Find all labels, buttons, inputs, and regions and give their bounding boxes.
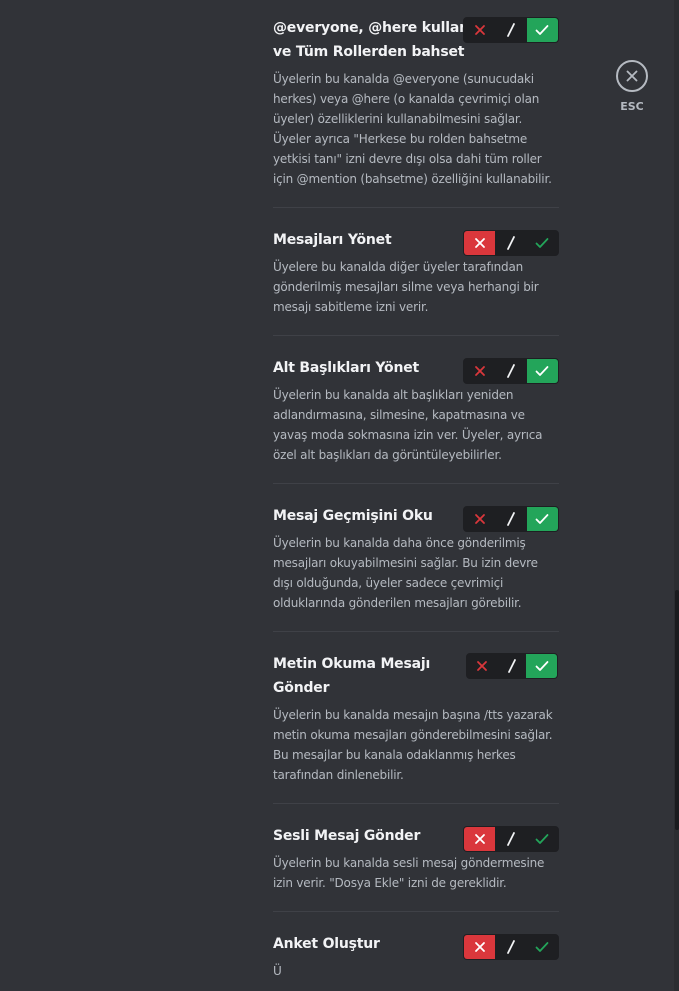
scrollbar-track[interactable] [674, 0, 679, 991]
permission-description: Ü [273, 964, 282, 978]
permission-toggle [463, 230, 559, 256]
neutral-button[interactable] [495, 231, 526, 255]
neutral-button[interactable] [495, 935, 526, 959]
close-icon [474, 238, 485, 248]
deny-button[interactable] [464, 231, 496, 255]
permission-manage-threads: Alt Başlıkları Yönet Üyelerin bu kanalda… [273, 336, 559, 484]
check-icon [535, 25, 549, 35]
deny-button[interactable] [464, 935, 496, 959]
allow-button[interactable] [526, 507, 558, 531]
slash-icon [507, 364, 515, 378]
check-icon [535, 514, 549, 524]
allow-button[interactable] [527, 935, 558, 959]
permission-description: Üyelerin bu kanalda alt başlıkları yenid… [273, 388, 543, 462]
permission-title: Mesajları Yönet [273, 232, 392, 248]
permission-send-tts-messages: Metin Okuma Mesajı Gönder Üyelerin bu ka… [273, 632, 559, 804]
close-icon [474, 514, 485, 524]
neutral-button[interactable] [495, 507, 526, 531]
close-settings-button[interactable]: ESC [614, 60, 650, 113]
permission-toggle [463, 506, 559, 532]
permission-manage-messages: Mesajları Yönet Üyelere bu kanalda diğer… [273, 208, 559, 336]
permission-create-polls: Anket Oluştur Ü [273, 912, 559, 991]
slash-icon [507, 940, 515, 954]
slash-icon [507, 23, 515, 37]
permission-description: Üyelerin bu kanalda daha önce gönderilmi… [273, 536, 538, 610]
close-icon [474, 366, 485, 376]
allow-button[interactable] [526, 18, 558, 42]
neutral-button[interactable] [495, 827, 526, 851]
slash-icon [507, 512, 515, 526]
close-icon [474, 942, 485, 952]
allow-button[interactable] [527, 231, 558, 255]
permission-toggle [463, 826, 559, 852]
permission-description: Üyelerin bu kanalda sesli mesaj gönderme… [273, 856, 545, 890]
check-icon [535, 661, 549, 671]
permission-toggle [466, 653, 558, 679]
permission-toggle [463, 934, 559, 960]
permission-title: Sesli Mesaj Gönder [273, 828, 421, 844]
permission-toggle [463, 358, 559, 384]
permission-toggle [463, 17, 559, 43]
slash-icon [507, 236, 515, 250]
permission-title: Mesaj Geçmişini Oku [273, 508, 433, 524]
close-icon [474, 25, 485, 35]
neutral-button[interactable] [495, 18, 526, 42]
permission-send-voice-messages: Sesli Mesaj Gönder Üyelerin bu kanalda s… [273, 804, 559, 912]
deny-button[interactable] [464, 827, 496, 851]
deny-button[interactable] [464, 18, 495, 42]
slash-icon [507, 832, 515, 846]
allow-button[interactable] [527, 827, 558, 851]
permission-title: @everyone, @here kullan ve Tüm Rollerden… [273, 20, 469, 60]
permission-title: Alt Başlıkları Yönet [273, 360, 420, 376]
slash-icon [508, 659, 516, 673]
check-icon [535, 366, 549, 376]
deny-button[interactable] [467, 654, 498, 678]
permission-title: Anket Oluştur [273, 936, 380, 952]
permission-read-message-history: Mesaj Geçmişini Oku Üyelerin bu kanalda … [273, 484, 559, 632]
permission-description: Üyelerin bu kanalda mesajın başına /tts … [273, 708, 553, 782]
close-circle[interactable] [616, 60, 648, 92]
scrollbar-thumb[interactable] [675, 590, 679, 830]
channel-permissions-page: @everyone, @here kullan ve Tüm Rollerden… [0, 0, 679, 991]
close-icon [626, 70, 638, 82]
neutral-button[interactable] [495, 359, 526, 383]
permissions-list: @everyone, @here kullan ve Tüm Rollerden… [273, 0, 559, 991]
check-icon [535, 942, 549, 952]
allow-button[interactable] [526, 359, 558, 383]
close-icon [477, 661, 488, 671]
deny-button[interactable] [464, 359, 495, 383]
check-icon [535, 238, 549, 248]
allow-button[interactable] [526, 654, 557, 678]
neutral-button[interactable] [498, 654, 527, 678]
permission-title: Metin Okuma Mesajı Gönder [273, 656, 431, 696]
deny-button[interactable] [464, 507, 495, 531]
permission-mention-everyone: @everyone, @here kullan ve Tüm Rollerden… [273, 0, 559, 208]
check-icon [535, 834, 549, 844]
permission-description: Üyelerin bu kanalda @everyone (sunucudak… [273, 72, 552, 186]
esc-label: ESC [620, 100, 644, 113]
permission-description: Üyelere bu kanalda diğer üyeler tarafınd… [273, 260, 539, 314]
close-icon [474, 834, 485, 844]
